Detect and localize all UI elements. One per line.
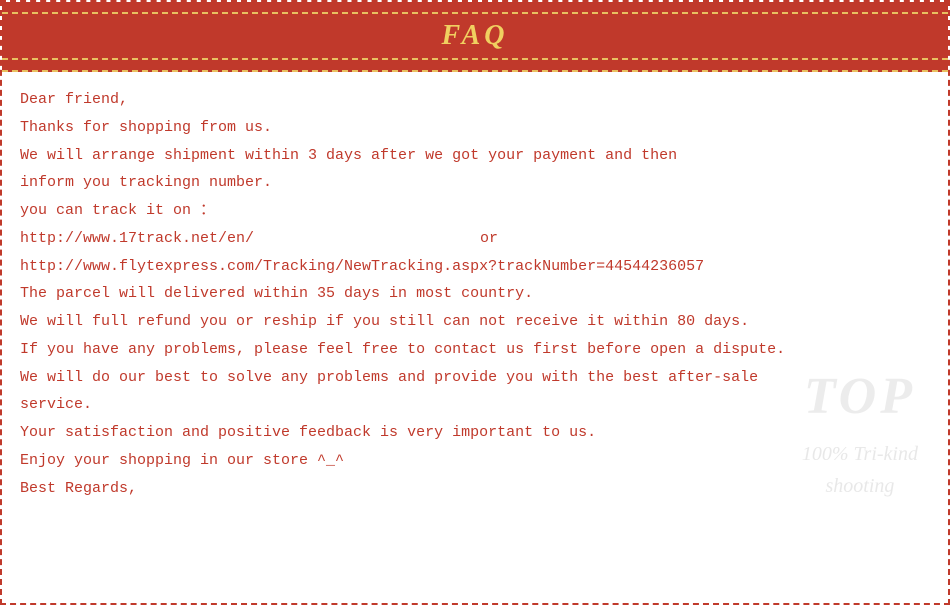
line2: Thanks for shopping from us. [20,114,930,142]
line11: We will do our best to solve any problem… [20,364,930,392]
tracking-row-1: http://www.17track.net/en/ or [20,225,930,253]
line8: The parcel will delivered within 35 days… [20,280,930,308]
line7: http://www.flytexpress.com/Tracking/NewT… [20,253,930,281]
line9: We will full refund you or reship if you… [20,308,930,336]
track-url-1: http://www.17track.net/en/ [20,225,440,253]
line1: Dear friend, [20,86,930,114]
page-wrapper: FAQ Dear friend, Thanks for shopping fro… [0,0,950,605]
line14: Enjoy your shopping in our store ^_^ [20,447,930,475]
line4: inform you trackingn number. [20,169,930,197]
header-section: FAQ [2,2,948,72]
page-title: FAQ [2,14,948,58]
line5: you can track it on ： [20,197,930,225]
line13: Your satisfaction and positive feedback … [20,419,930,447]
line10: If you have any problems, please feel fr… [20,336,930,364]
or-text: or [480,225,498,253]
line12: service. [20,391,930,419]
line3: We will arrange shipment within 3 days a… [20,142,930,170]
content-section: Dear friend, Thanks for shopping from us… [2,72,948,512]
line15: Best Regards, [20,475,930,503]
